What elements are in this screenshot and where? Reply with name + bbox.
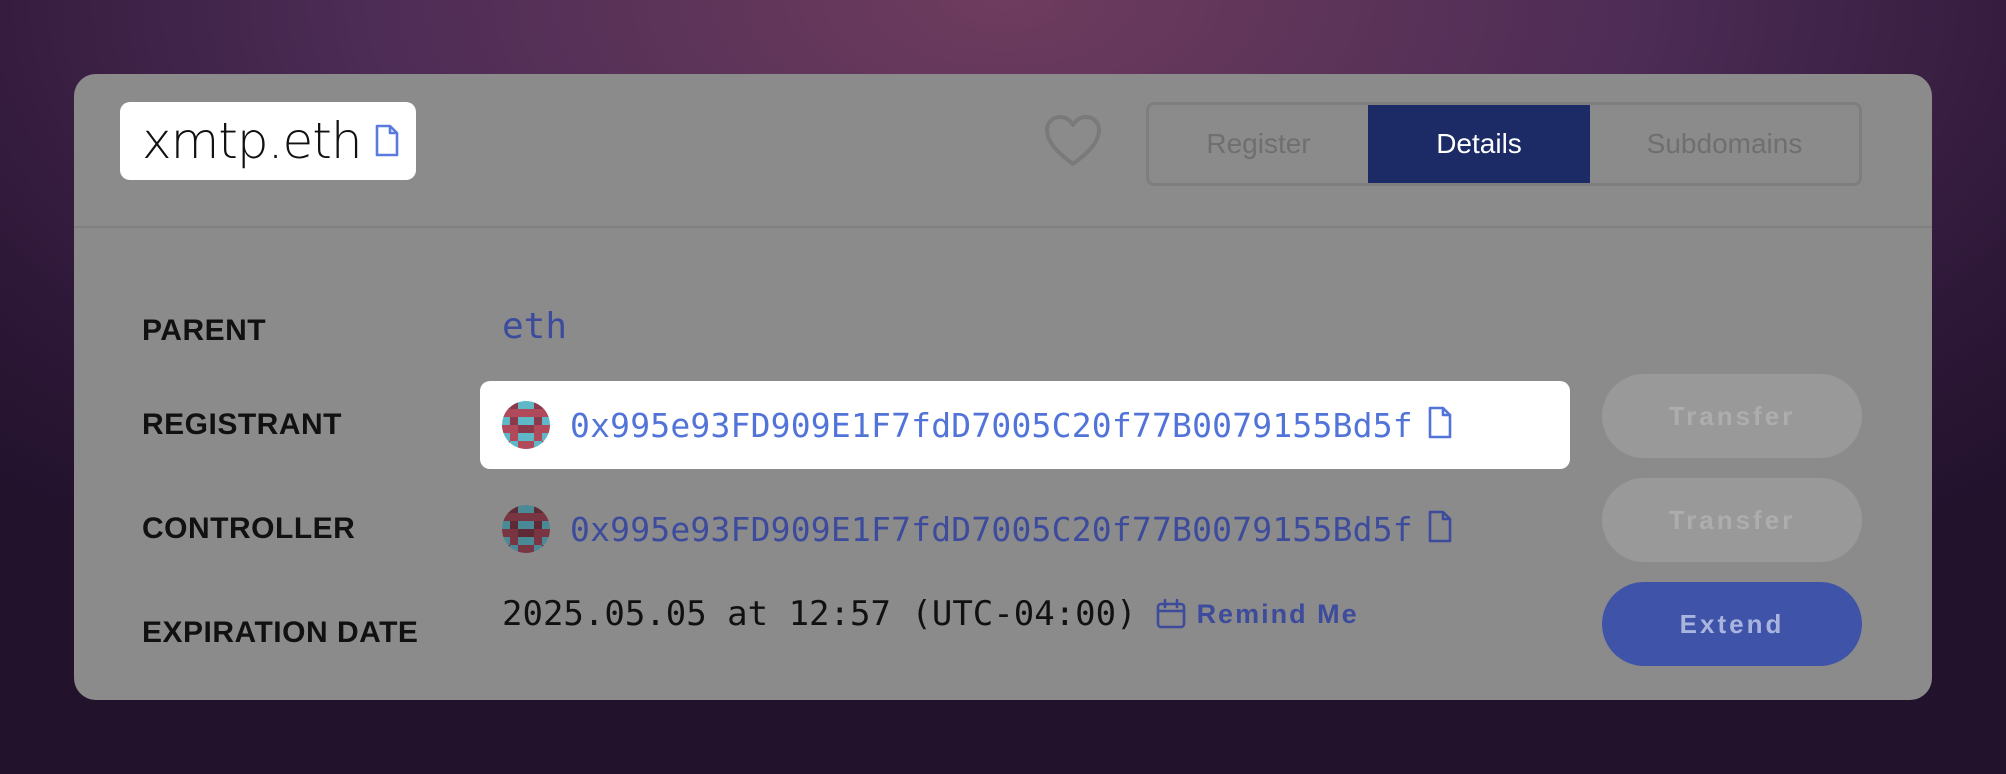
- parent-label: PARENT: [142, 314, 267, 347]
- controller-address[interactable]: 0x995e93FD909E1F7fdD7005C20f77B0079155Bd…: [570, 510, 1413, 549]
- parent-link[interactable]: eth: [502, 306, 567, 347]
- expiration-label: EXPIRATION DATE: [142, 616, 419, 649]
- registrant-address-row: 0x995e93FD909E1F7fdD7005C20f77B0079155Bd…: [480, 381, 1570, 469]
- copy-icon[interactable]: [374, 124, 400, 158]
- tab-subdomains[interactable]: Subdomains: [1590, 105, 1859, 183]
- controller-avatar: [502, 505, 550, 553]
- tab-group: Register Details Subdomains: [1146, 102, 1862, 186]
- domain-name-chip: xmtp.eth: [120, 102, 416, 180]
- registrant-label: REGISTRANT: [142, 408, 342, 441]
- controller-transfer-button[interactable]: Transfer: [1602, 478, 1862, 562]
- registrant-address[interactable]: 0x995e93FD909E1F7fdD7005C20f77B0079155Bd…: [570, 406, 1413, 445]
- calendar-icon: [1156, 598, 1185, 629]
- extend-button[interactable]: Extend: [1602, 582, 1862, 666]
- controller-label: CONTROLLER: [142, 512, 356, 545]
- copy-icon[interactable]: [1427, 406, 1453, 440]
- expiration-date: 2025.05.05 at 12:57 (UTC-04:00): [502, 594, 1137, 634]
- favorite-heart-icon[interactable]: [1044, 114, 1102, 168]
- card-header: xmtp.eth Register Details Subdomains: [74, 74, 1932, 228]
- remind-me-link[interactable]: Remind Me: [1155, 598, 1359, 630]
- domain-details-card: xmtp.eth Register Details Subdomains PAR…: [74, 74, 1932, 700]
- controller-address-row: 0x995e93FD909E1F7fdD7005C20f77B0079155Bd…: [480, 485, 1570, 573]
- registrant-transfer-button[interactable]: Transfer: [1602, 374, 1862, 458]
- copy-icon[interactable]: [1427, 510, 1453, 544]
- domain-name: xmtp.eth: [142, 112, 363, 170]
- registrant-avatar: [502, 401, 550, 449]
- tab-details[interactable]: Details: [1368, 105, 1590, 183]
- remind-me-label: Remind Me: [1196, 598, 1359, 629]
- tab-register[interactable]: Register: [1149, 105, 1368, 183]
- expiration-row: 2025.05.05 at 12:57 (UTC-04:00) Remind M…: [502, 594, 1359, 634]
